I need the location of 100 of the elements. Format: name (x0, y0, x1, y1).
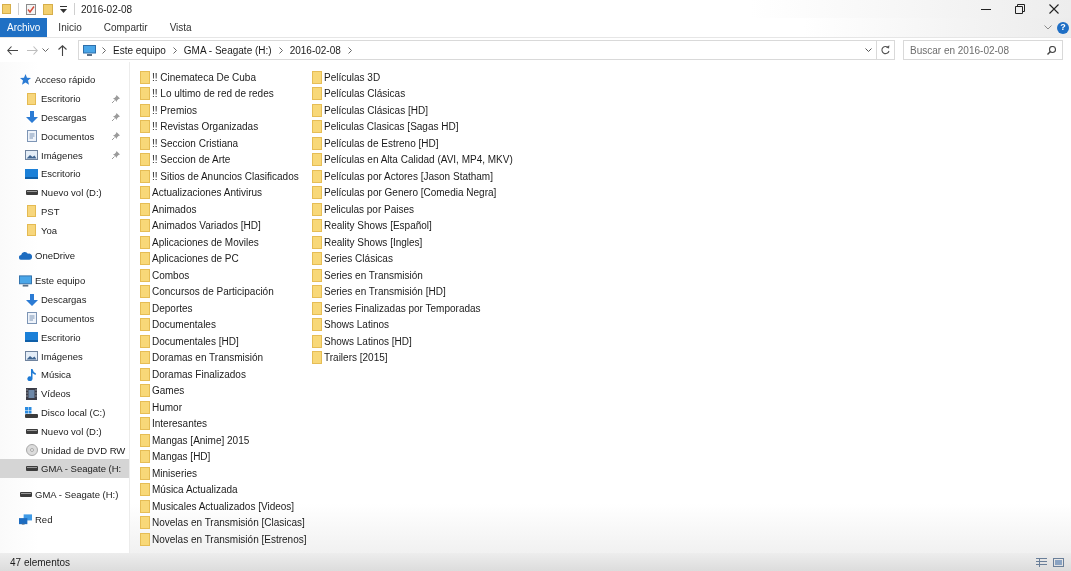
ribbon-tab[interactable]: Compartir (92, 18, 159, 37)
folder-icon (140, 268, 150, 282)
nav-item[interactable]: Nuevo vol (D:) (0, 421, 129, 441)
nav-item[interactable]: Disco local (C:) (0, 403, 129, 422)
caret-icon[interactable] (60, 5, 67, 13)
breadcrumb-item[interactable]: 2016-02-08 (288, 42, 342, 58)
folder-item[interactable]: Películas Clásicas [HD] (312, 102, 428, 119)
search-icon[interactable] (1047, 45, 1056, 55)
folder-item[interactable]: Aplicaciones de Moviles (140, 234, 259, 251)
document-check-icon[interactable] (26, 3, 36, 15)
address-bar[interactable]: Este equipo GMA - Seagate (H:) 2016-02-08 (78, 40, 877, 60)
folder-item[interactable]: !! Seccion de Arte (140, 151, 231, 168)
nav-item[interactable]: Música (0, 365, 129, 385)
nav-item[interactable]: Nuevo vol (D:) (0, 183, 129, 203)
nav-item[interactable]: Vídeos (0, 384, 129, 404)
window-title: 2016-02-08 (81, 3, 133, 15)
nav-item[interactable]: Documentos (0, 309, 129, 328)
nav-item[interactable]: Imágenes (0, 346, 129, 366)
nav-item[interactable]: GMA - Seagate (H:) (0, 484, 129, 504)
chevron-down-icon (864, 48, 872, 52)
folder-item[interactable]: !! Seccion Cristiana (140, 135, 239, 152)
nav-item[interactable]: OneDrive (0, 246, 129, 265)
refresh-button[interactable] (877, 40, 895, 60)
nav-item[interactable]: Escritorio (0, 164, 129, 184)
help-button[interactable]: ? (1057, 21, 1069, 34)
folder-icon (312, 186, 322, 200)
nav-item[interactable]: Escritorio (0, 327, 129, 347)
ribbon-tab[interactable]: Vista (158, 18, 203, 37)
folder-item[interactable]: Shows Latinos [HD] (312, 333, 412, 350)
folder-icon (140, 367, 150, 381)
folder-item[interactable]: !! Revistas Organizadas (140, 118, 259, 135)
nav-item[interactable]: Unidad de DVD RW (0, 440, 129, 460)
nav-item[interactable]: Escritorio (0, 89, 129, 109)
folder-item[interactable]: !! Premios (140, 102, 197, 119)
folder-item[interactable]: Series en Transmisión (312, 267, 423, 284)
folder-item[interactable]: Peliculas por Paises (312, 201, 415, 218)
folder-item[interactable]: Doramas en Transmisión (140, 349, 264, 366)
folder-item[interactable]: Aplicaciones de PC (140, 250, 239, 267)
folder-item[interactable]: Animados Variados [HD] (140, 217, 261, 234)
drive-icon (25, 190, 38, 196)
folder-item[interactable]: !! Sitios de Anuncios Clasificados (140, 168, 299, 185)
folder-item[interactable]: Series en Transmisión [HD] (312, 283, 446, 300)
nav-item[interactable]: Imágenes (0, 145, 129, 165)
folder-item[interactable]: Películas por Genero [Comedia Negra] (312, 184, 497, 201)
folder-item[interactable]: Películas de Estreno [HD] (312, 135, 439, 152)
folder-item[interactable]: Películas en Alta Calidad (AVI, MP4, MKV) (312, 151, 513, 168)
folder-item[interactable]: Musicales Actualizados [Videos] (140, 498, 295, 515)
nav-item[interactable]: Este equipo (0, 271, 129, 291)
folder-item[interactable]: Actualizaciones Antivirus (140, 184, 263, 201)
folder-item[interactable]: Mangas [Anime] 2015 (140, 432, 250, 449)
folder-item[interactable]: Novelas en Transmisión [Clasicas] (140, 514, 305, 531)
ribbon-tab[interactable]: Archivo (0, 18, 48, 37)
folder-icon (140, 433, 150, 447)
drive-icon (25, 428, 38, 434)
search-field[interactable]: Buscar en 2016-02-08 (903, 40, 1063, 60)
nav-item[interactable]: GMA - Seagate (H: (0, 459, 129, 479)
folder-item[interactable]: !! Cinemateca De Cuba (140, 69, 256, 86)
folder-item[interactable]: Humor (140, 399, 182, 416)
folder-item[interactable]: Documentales [HD] (140, 333, 239, 350)
folder-item[interactable]: !! Lo ultimo de red de redes (140, 85, 274, 102)
folder-item[interactable]: Películas por Actores [Jason Statham] (312, 168, 493, 185)
folder-item[interactable]: Concursos de Participación (140, 283, 274, 300)
folder-item[interactable]: Series Finalizadas por Temporadas (312, 300, 481, 317)
folder-item[interactable]: Mangas [HD] (140, 448, 211, 465)
folder-item[interactable]: Peliculas Clasicas [Sagas HD] (312, 118, 459, 135)
nav-item[interactable]: PST (0, 202, 129, 221)
details-view-button[interactable] (1035, 556, 1048, 568)
folder-item[interactable]: Novelas en Transmisión [Estrenos] (140, 531, 307, 548)
nav-item[interactable]: Descargas (0, 108, 129, 127)
folder-item[interactable]: Series Clásicas (312, 250, 393, 267)
folder-item[interactable]: Trailers [2015] (312, 349, 388, 366)
folder-item[interactable]: Miniseries (140, 465, 197, 482)
nav-item[interactable]: Yoa (0, 220, 129, 240)
folder-item[interactable]: Películas Clásicas (312, 85, 406, 102)
folder-item[interactable]: Deportes (140, 300, 193, 317)
folder-item[interactable]: Reality Shows [Español] (312, 217, 432, 234)
breadcrumb-item[interactable]: GMA - Seagate (H:) (182, 42, 273, 58)
folder-icon (27, 205, 36, 218)
folder-item[interactable]: Doramas Finalizados (140, 366, 246, 383)
folder-item[interactable]: Música Actualizada (140, 481, 238, 498)
folder-icon (312, 136, 322, 150)
breadcrumb-item[interactable]: Este equipo (112, 42, 167, 58)
folder-item[interactable]: Animados (140, 201, 197, 218)
nav-item[interactable]: Acceso rápido (0, 70, 129, 90)
folder-icon (312, 235, 322, 249)
nav-item[interactable]: Red (0, 510, 129, 529)
folder-item[interactable]: Interesantes (140, 415, 208, 432)
nav-item[interactable]: Documentos (0, 126, 129, 146)
folder-icon (140, 301, 150, 315)
ribbon-tab[interactable]: Inicio (47, 18, 93, 37)
folder-item[interactable]: Reality Shows [Ingles] (312, 234, 423, 251)
folder-item[interactable]: Games (140, 382, 185, 399)
large-icons-view-button[interactable] (1052, 556, 1065, 568)
folder-item[interactable]: Shows Latinos (312, 316, 390, 333)
folder-item[interactable]: Películas 3D (312, 69, 381, 86)
nav-item[interactable]: Descargas (0, 290, 129, 310)
folder-item[interactable]: Combos (140, 267, 190, 284)
chevron-down-icon[interactable] (1044, 25, 1052, 30)
monitor-icon (83, 44, 96, 56)
folder-item[interactable]: Documentales (140, 316, 216, 333)
